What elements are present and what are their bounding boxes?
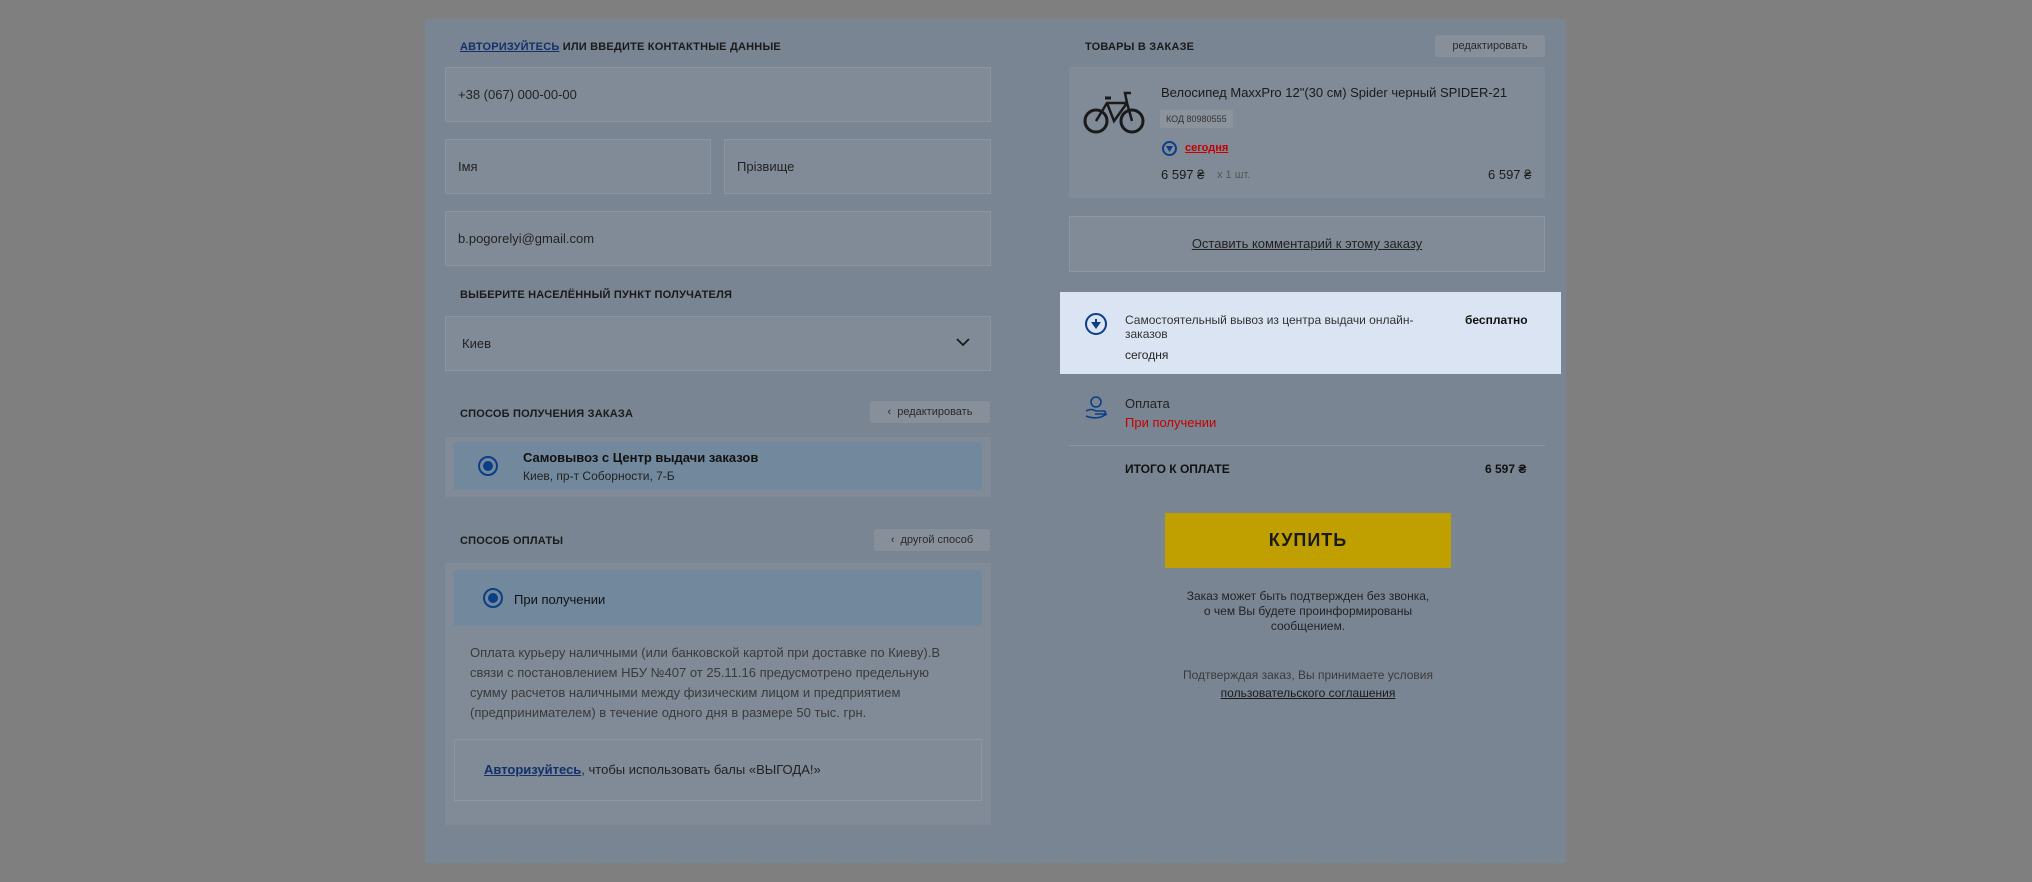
availability-link[interactable]: сегодня	[1185, 142, 1228, 154]
confirm-notice: Заказ может быть подтвержден без звонка,…	[1186, 589, 1430, 633]
phone-field[interactable]: +38 (067) 000-00-00	[445, 67, 991, 122]
email-field[interactable]: b.pogorelyi@gmail.com	[445, 211, 991, 266]
payment-summary-value: При получении	[1125, 415, 1217, 430]
buy-button[interactable]: Купить	[1165, 513, 1451, 568]
delivery-option-address: Киев, пр-т Соборности, 7-Б	[523, 469, 675, 483]
locality-title: Выберите населённый пункт получателя	[460, 289, 733, 301]
agreement-notice: Подтверждая заказ, Вы принимаете условия…	[1182, 668, 1434, 700]
wallet-icon	[1085, 396, 1108, 419]
delivery-option-title: Самовывоз с Центр выдачи заказов	[523, 450, 759, 465]
comment-link[interactable]: Оставить комментарий к этому заказу	[1069, 236, 1545, 251]
product-line-total: 6 597 ₴	[1488, 167, 1532, 182]
bonus-auth-link[interactable]: Авторизуйтесь	[484, 762, 581, 777]
pickup-icon	[1085, 313, 1107, 335]
contacts-title: Авторизуйтесь или введите контактные дан…	[460, 41, 781, 53]
payment-radio[interactable]	[483, 588, 503, 608]
payment-summary-label: Оплата	[1125, 396, 1170, 411]
order-title: Товары в заказе	[1085, 41, 1195, 53]
product-quantity: x 1 шт.	[1217, 169, 1251, 181]
last-name-field[interactable]: Прізвище	[724, 139, 991, 194]
payment-title: Способ оплаты	[460, 535, 564, 547]
summary-divider	[1069, 445, 1545, 446]
shipping-method: Самостоятельный вывоз из центра выдачи о…	[1125, 313, 1414, 341]
agreement-link[interactable]: пользовательского соглашения	[1221, 686, 1396, 700]
total-label: Итого к оплате	[1125, 462, 1230, 476]
bicycle-image	[1083, 91, 1145, 134]
pickup-icon	[1162, 141, 1177, 156]
bonus-text: Авторизуйтесь, чтобы использовать балы «…	[484, 762, 821, 777]
shipping-when: сегодня	[1125, 348, 1169, 362]
chevron-down-icon	[956, 338, 970, 347]
delivery-edit-button[interactable]: ‹ редактировать	[870, 401, 990, 423]
auth-link[interactable]: Авторизуйтесь	[460, 41, 559, 53]
locality-select[interactable]: Киев	[445, 316, 991, 371]
panel-wavy-edge	[425, 856, 1566, 870]
delivery-title: Способ получения заказа	[460, 408, 634, 420]
order-edit-button[interactable]: редактировать	[1435, 35, 1545, 57]
first-name-field[interactable]: Імя	[445, 139, 711, 194]
product-name[interactable]: Велосипед MaxxPro 12"(30 см) Spider черн…	[1161, 85, 1507, 100]
total-value: 6 597 ₴	[1485, 462, 1527, 476]
payment-option-label: При получении	[514, 592, 606, 607]
payment-other-button[interactable]: ‹ другой способ	[874, 529, 990, 551]
chevron-left-icon: ‹	[887, 406, 892, 418]
payment-description: Оплата курьеру наличными (или банковской…	[470, 645, 940, 720]
chevron-left-icon: ‹	[890, 534, 895, 546]
shipping-cost: бесплатно	[1465, 313, 1528, 327]
product-code: КОД 80980555	[1160, 110, 1233, 128]
product-price: 6 597 ₴	[1161, 167, 1205, 182]
delivery-radio[interactable]	[478, 456, 498, 476]
